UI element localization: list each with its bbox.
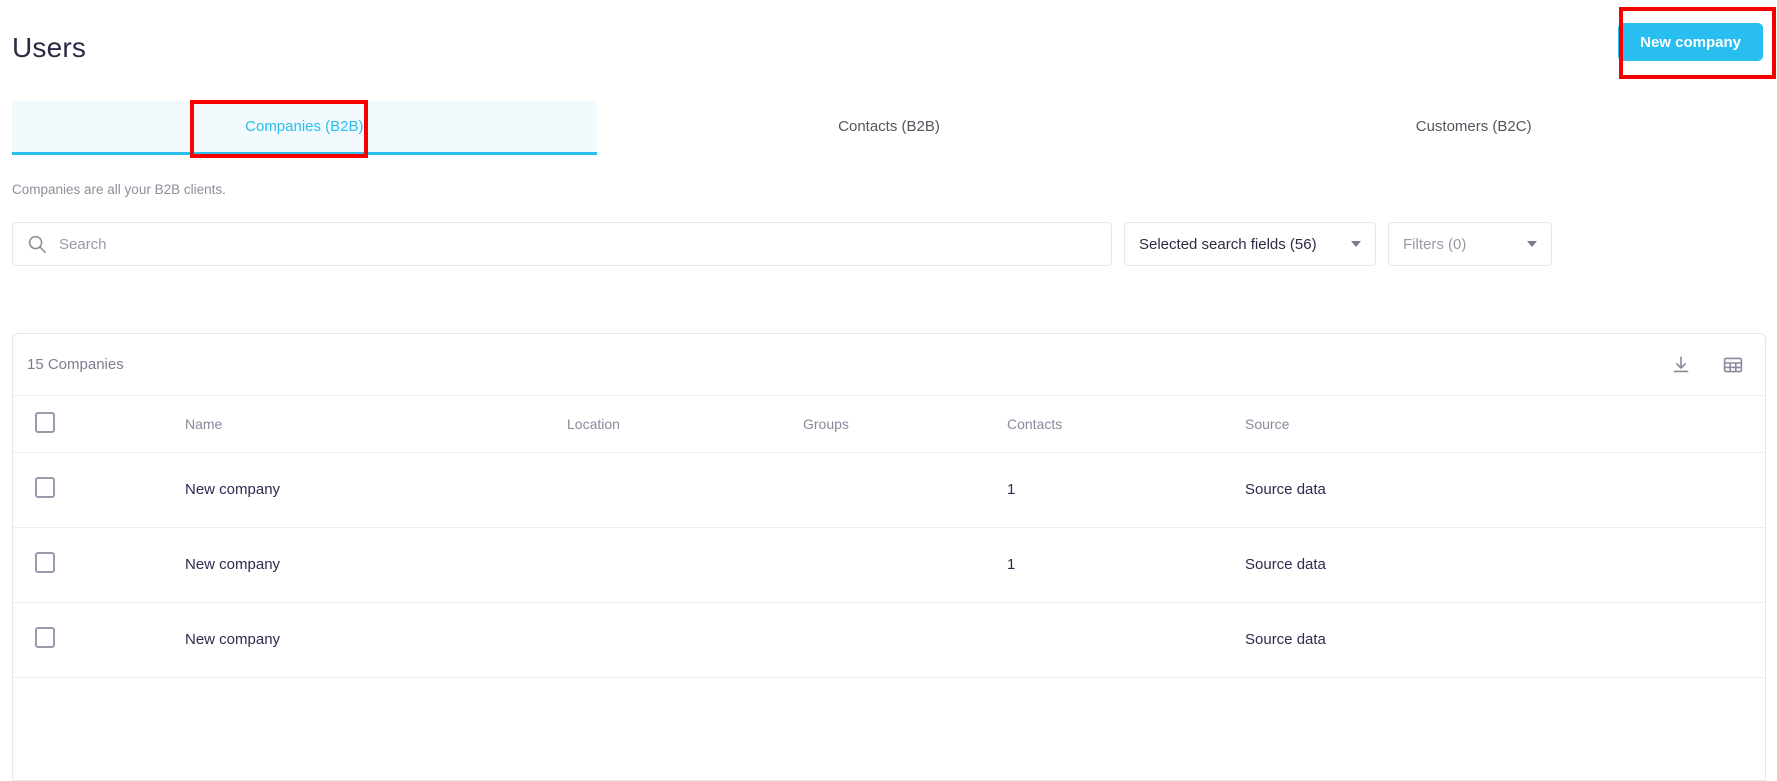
select-all-checkbox[interactable] [35,411,55,433]
chevron-down-icon [1351,241,1361,247]
filters-label: Filters (0) [1403,235,1467,253]
column-header-label: Groups [803,415,849,432]
cell-location [545,527,781,603]
cell-groups [781,602,985,678]
company-contacts: 1 [1007,556,1016,573]
column-header-location[interactable]: Location [545,396,781,453]
tab-label: Customers (B2C) [1415,118,1532,135]
companies-table: Name Location Groups Contacts Source New… [13,396,1765,678]
row-select-cell [13,452,163,528]
cell-contacts: 1 [985,527,1223,603]
select-all-header [13,396,163,453]
column-header-source[interactable]: Source [1223,396,1765,453]
table-toolbar: 15 Companies [13,334,1765,396]
search-icon [28,235,46,254]
company-groups [781,631,803,648]
cell-groups [781,527,985,603]
cell-name: New company [163,452,545,528]
company-source: Source data [1245,631,1326,648]
tab-label: Companies (B2B) [245,118,364,135]
row-checkbox[interactable] [35,627,55,648]
tab-label: Contacts (B2B) [838,118,940,135]
companies-count-label: 15 Companies [27,356,124,373]
row-select-cell [13,602,163,678]
company-contacts: 1 [1007,481,1016,498]
companies-table-card: 15 Companies Name Location Groups Contac… [12,333,1766,781]
filter-bar: Selected search fields (56) Filters (0) [12,222,1766,266]
cell-contacts: 1 [985,452,1223,528]
table-row[interactable]: New company 1 Source data [13,527,1765,603]
cell-location [545,602,781,678]
column-header-label: Name [185,415,223,432]
cell-source: Source data [1223,452,1765,528]
tab-companies-b2b[interactable]: Companies (B2B) [12,101,597,155]
tab-customers-b2c[interactable]: Customers (B2C) [1181,101,1766,155]
company-groups [781,556,803,573]
cell-contacts [985,602,1223,678]
company-location [545,481,567,498]
active-tab-underline [12,152,532,155]
column-header-label: Location [567,415,620,432]
row-checkbox[interactable] [35,477,55,498]
company-name: New company [185,631,281,648]
company-name: New company [185,481,281,498]
row-select-cell [13,527,163,603]
grid-view-icon[interactable] [1721,353,1745,377]
company-name: New company [185,556,281,573]
column-header-contacts[interactable]: Contacts [985,396,1223,453]
column-header-label: Source [1245,415,1290,432]
company-source: Source data [1245,556,1326,573]
chevron-down-icon [1527,241,1537,247]
page-header: Users New company [0,0,1777,96]
company-location [545,631,567,648]
table-action-icons [1669,353,1745,377]
cell-name: New company [163,602,545,678]
section-description: Companies are all your B2B clients. [12,182,226,197]
new-company-button-wrap: New company [1618,23,1763,61]
table-row[interactable]: New company 1 Source data [13,452,1765,528]
tab-bar: Companies (B2B) Contacts (B2B) Customers… [12,101,1766,155]
cell-location [545,452,781,528]
new-company-button[interactable]: New company [1618,23,1763,61]
selected-search-fields-label: Selected search fields (56) [1139,235,1317,253]
cell-name: New company [163,527,545,603]
table-header-row: Name Location Groups Contacts Source [13,396,1765,453]
tab-contacts-b2b[interactable]: Contacts (B2B) [597,101,1182,155]
page-title: Users [12,32,87,63]
download-icon[interactable] [1669,353,1693,377]
cell-groups [781,452,985,528]
search-box[interactable] [12,222,1112,266]
company-location [545,556,567,573]
company-groups [781,481,803,498]
table-row[interactable]: New company Source data [13,602,1765,678]
selected-search-fields-dropdown[interactable]: Selected search fields (56) [1124,222,1376,266]
cell-source: Source data [1223,602,1765,678]
row-checkbox[interactable] [35,552,55,573]
users-page: Users New company Companies (B2B) Contac… [0,0,1777,781]
cell-source: Source data [1223,527,1765,603]
company-source: Source data [1245,481,1326,498]
table-body: New company 1 Source data New company 1 … [13,452,1765,678]
column-header-label: Contacts [1007,415,1063,432]
column-header-name[interactable]: Name [163,396,545,453]
search-input[interactable] [59,235,1097,253]
column-header-groups[interactable]: Groups [781,396,985,453]
company-contacts [985,631,1007,648]
filters-dropdown[interactable]: Filters (0) [1388,222,1552,266]
table-head: Name Location Groups Contacts Source [13,396,1765,453]
